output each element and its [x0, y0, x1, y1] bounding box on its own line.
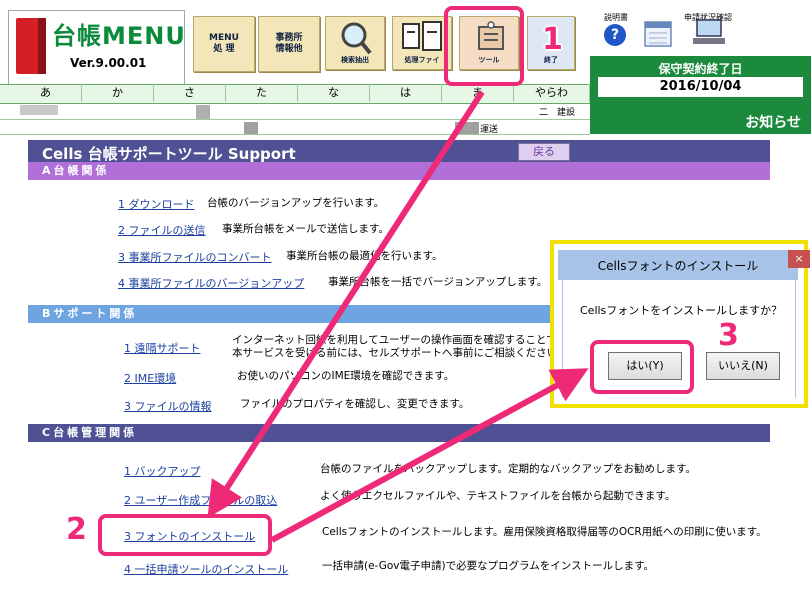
kana-tab-ka[interactable]: か	[82, 84, 154, 102]
kana-tab-a[interactable]: あ	[10, 84, 82, 102]
notice-label[interactable]: お知らせ	[590, 112, 801, 132]
step-number-1: 1	[542, 22, 563, 57]
redacted-cell	[244, 122, 258, 134]
manual-label: 説明書	[604, 13, 628, 22]
computer-icon[interactable]	[693, 16, 727, 48]
contract-end-title: 保守契約終了日	[658, 62, 743, 76]
kana-tab-ha[interactable]: は	[370, 84, 442, 102]
version-up-desc: 事業所台帳を一括でバージョンアップします。	[328, 276, 548, 288]
kana-tab-sa[interactable]: さ	[154, 84, 226, 102]
list-cell: 運送	[480, 125, 499, 135]
font-install-desc: Cellsフォントのインストールします。雇用保険資格取得届等のOCR用紙への印刷…	[322, 526, 767, 538]
step-number-2: 2	[66, 512, 87, 547]
convert-desc: 事業所台帳の最適化を行います。	[286, 250, 443, 262]
user-file-link[interactable]: 2 ユーザー作成ファイルの取込	[124, 492, 277, 508]
menu-button[interactable]: MENU 処 理	[193, 16, 255, 72]
magnifier-icon	[341, 22, 372, 55]
kana-tab-yarawa[interactable]: やらわ	[514, 84, 590, 102]
backup-desc: 台帳のファイルをバックアップします。定期的なバックアップをお勧めします。	[320, 463, 696, 475]
step-number-3: 3	[718, 318, 739, 353]
grid-line	[0, 134, 590, 135]
file-info-desc: ファイルのプロパティを確認し、変更できます。	[240, 398, 470, 410]
convert-link[interactable]: 3 事業所ファイルのコンバート	[118, 249, 272, 265]
office-info-button[interactable]: 事務所 情報他	[258, 16, 320, 72]
ime-desc: お使いのパソコンのIME環境を確認できます。	[237, 370, 455, 382]
no-button[interactable]: いいえ(N)	[706, 352, 780, 380]
dialog-message: Cellsフォントをインストールしますか？	[580, 304, 783, 317]
section-c-heading: C台帳管理関係	[28, 424, 770, 442]
ime-link[interactable]: 2 IME環境	[124, 370, 176, 386]
bulk-apply-link[interactable]: 4 一括申請ツールのインストール	[124, 561, 288, 577]
calendar-icon[interactable]	[643, 18, 673, 50]
dialog-title: Cellsフォントのインストール	[597, 259, 759, 273]
file-process-icon	[402, 21, 442, 51]
search-extract-button[interactable]: 検索抽出	[325, 16, 385, 70]
app-title: 台帳MENU	[52, 22, 186, 50]
callout-box-font-install	[98, 514, 272, 556]
support-title: Cells 台帳サポートツール Support	[42, 145, 296, 163]
section-a-heading: A台帳関係	[28, 162, 770, 180]
redacted-cell	[20, 105, 58, 115]
file-info-link[interactable]: 3 ファイルの情報	[124, 398, 212, 414]
process-file-button[interactable]: 処理ファイ	[392, 16, 452, 70]
backup-link[interactable]: 1 バックアップ	[124, 463, 201, 479]
grid-line	[0, 119, 590, 120]
back-button[interactable]: 戻る	[518, 143, 570, 161]
process-file-label: 処理ファイ	[404, 56, 440, 64]
file-send-link[interactable]: 2 ファイルの送信	[118, 222, 206, 238]
app-version: Ver.9.00.01	[70, 56, 147, 70]
callout-box-yes	[590, 340, 694, 394]
list-cell: 二 建設	[530, 108, 576, 118]
book-icon	[16, 18, 46, 74]
contract-end-date: 2016/10/04	[598, 77, 803, 97]
dialog-close-button[interactable]: ×	[788, 250, 810, 268]
bulk-apply-desc: 一括申請(e-Gov電子申請)で必要なプログラムをインストールします。	[322, 560, 655, 572]
kana-tab-na[interactable]: な	[298, 84, 370, 102]
user-file-desc: よく使うエクセルファイルや、テキストファイルを台帳から起動できます。	[320, 490, 676, 502]
help-icon[interactable]: ?	[604, 24, 626, 46]
version-up-link[interactable]: 4 事業所ファイルのバージョンアップ	[118, 275, 304, 291]
download-desc: 台帳のバージョンアップを行います。	[207, 197, 385, 209]
redacted-cell	[196, 105, 210, 119]
kana-tab-ma[interactable]: ま	[442, 84, 514, 102]
file-send-desc: 事業所台帳をメールで送信します。	[222, 223, 389, 235]
remote-support-desc: インターネット回線を利用してユーザーの操作画面を確認することで、 本サービスを受…	[232, 334, 568, 359]
remote-support-link[interactable]: 1 遠隔サポート	[124, 340, 201, 356]
redacted-cell	[455, 122, 479, 134]
search-extract-label: 検索抽出	[341, 56, 369, 64]
download-link[interactable]: 1 ダウンロード	[118, 196, 195, 212]
callout-box-tool	[444, 6, 524, 86]
kana-tab-ta[interactable]: た	[226, 84, 298, 102]
